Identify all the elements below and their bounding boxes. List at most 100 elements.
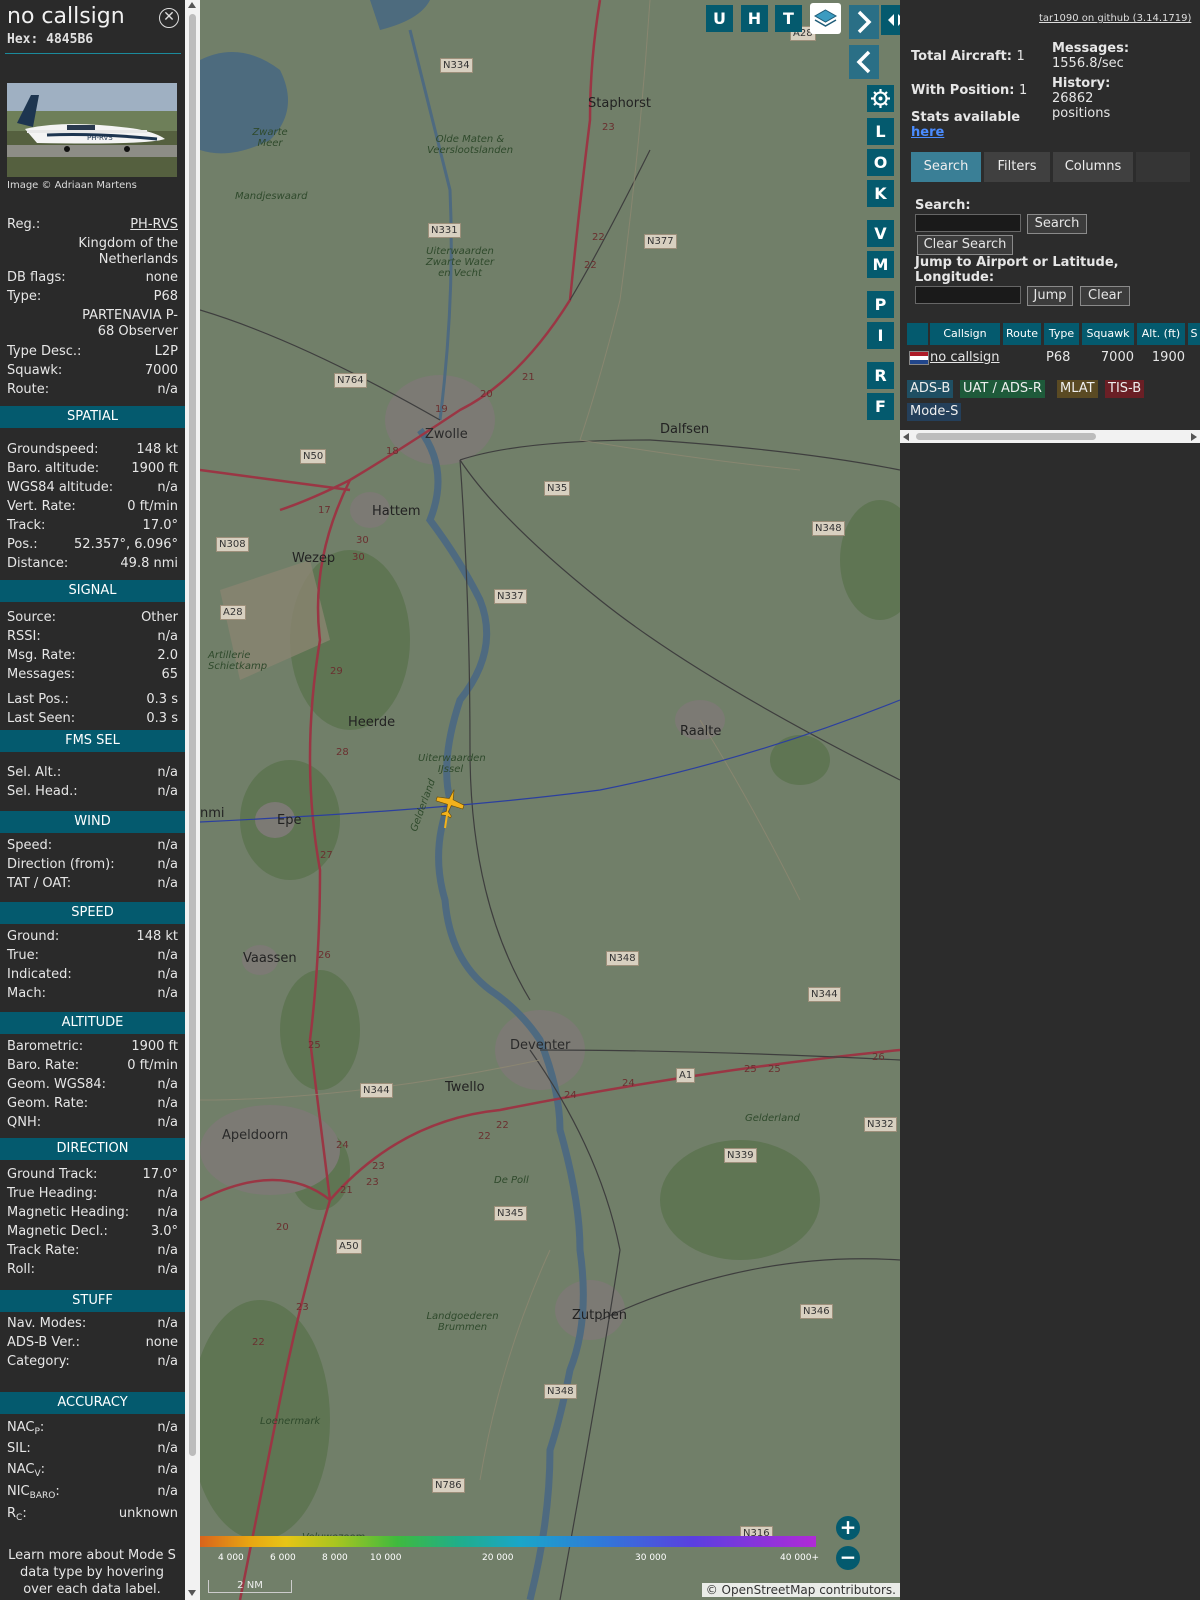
column-route[interactable]: Route	[1003, 323, 1041, 345]
jump-button[interactable]: Jump	[1027, 286, 1073, 306]
collapse-panel-button[interactable]	[849, 45, 879, 79]
table-horizontal-scrollbar[interactable]	[900, 430, 1200, 443]
toggle-l-button[interactable]: L	[867, 118, 894, 145]
place-staphorst: Staphorst	[588, 96, 651, 111]
info-value: 17.0°	[142, 1167, 178, 1182]
github-link[interactable]: tar1090 on github (3.14.1719)	[1039, 13, 1191, 24]
search-input[interactable]	[915, 214, 1021, 232]
road-number: 19	[435, 404, 448, 415]
info-label: Magnetic Decl.:	[7, 1224, 108, 1239]
info-value: 1900 ft	[131, 1039, 178, 1054]
info-row: Magnetic Heading: n/a	[7, 1205, 178, 1221]
clear-button[interactable]: Clear	[1080, 286, 1130, 306]
map-view[interactable]: Staphorst Zwolle Dalfsen Hattem Wezep He…	[200, 0, 900, 1600]
road-number: 20	[276, 1222, 289, 1233]
settings-gear-icon[interactable]	[867, 85, 894, 112]
place-de-poll: De Poll	[494, 1175, 529, 1186]
info-value: n/a	[157, 1243, 178, 1258]
toggle-i-button[interactable]: I	[867, 322, 894, 349]
zoom-out-button[interactable]: −	[836, 1546, 860, 1570]
toggle-p-button[interactable]: P	[867, 291, 894, 318]
badge-tisb: TIS-B	[1105, 380, 1145, 398]
expand-panel-button[interactable]	[849, 5, 879, 39]
toggle-k-button[interactable]: K	[867, 180, 894, 207]
column-altitude[interactable]: Alt. (ft)	[1137, 323, 1185, 345]
info-value: 3.0°	[150, 1224, 178, 1239]
search-button[interactable]: Search	[1027, 214, 1087, 234]
info-row: True Heading: n/a	[7, 1186, 178, 1202]
toggle-sidebar-button[interactable]	[881, 5, 900, 35]
detail-label: Type Desc.:	[7, 344, 82, 359]
road-shield: N348	[812, 521, 845, 536]
jump-input[interactable]	[915, 286, 1021, 304]
section-header-altitude: ALTITUDE	[0, 1012, 185, 1034]
with-position-value: 1	[1019, 83, 1028, 98]
tab-extra[interactable]	[1136, 152, 1190, 182]
road-number: 21	[522, 372, 535, 383]
info-row: Ground Track: 17.0°	[7, 1167, 178, 1183]
labels-h-button[interactable]: H	[741, 5, 768, 32]
column-speed[interactable]: S	[1188, 323, 1200, 345]
toggle-m-button[interactable]: M	[867, 251, 894, 278]
tab-search[interactable]: Search	[911, 152, 981, 182]
info-value: n/a	[157, 1205, 178, 1220]
info-row: Sel. Head.: n/a	[7, 784, 178, 800]
road-number: 24	[622, 1078, 635, 1089]
road-number: 21	[340, 1185, 353, 1196]
tab-filters[interactable]: Filters	[984, 152, 1050, 182]
labels-u-button[interactable]: U	[706, 5, 733, 32]
column-flag[interactable]	[907, 323, 928, 345]
netherlands-flag-icon	[909, 351, 929, 365]
info-row: WGS84 altitude: n/a	[7, 480, 178, 496]
stats-link[interactable]: here	[911, 125, 944, 140]
road-number: 17	[318, 505, 331, 516]
zoom-in-button[interactable]: +	[836, 1516, 860, 1540]
map-attribution[interactable]: © OpenStreetMap contributors.	[701, 1583, 900, 1597]
toggle-f-button[interactable]: F	[867, 393, 894, 420]
hex-code: Hex: 4845B6	[7, 32, 94, 47]
aircraft-photo[interactable]: PH-RVS	[7, 83, 177, 177]
row-callsign[interactable]: no callsign	[930, 350, 1000, 366]
toggle-v-button[interactable]: V	[867, 220, 894, 247]
place-hattem: Hattem	[372, 504, 421, 519]
close-icon[interactable]: ✕	[159, 8, 179, 28]
info-value: n/a	[157, 1316, 178, 1331]
info-label: NACP:	[7, 1420, 45, 1437]
detail-value[interactable]: PH-RVS	[130, 217, 178, 233]
tab-columns[interactable]: Columns	[1053, 152, 1133, 182]
info-value: n/a	[157, 1420, 178, 1435]
toggle-o-button[interactable]: O	[867, 149, 894, 176]
labels-t-button[interactable]: T	[775, 5, 802, 32]
column-squawk[interactable]: Squawk	[1082, 323, 1134, 345]
info-row: Magnetic Decl.: 3.0°	[7, 1224, 178, 1240]
image-credit: Image © Adriaan Martens	[7, 180, 137, 191]
info-label: Vert. Rate:	[7, 499, 76, 514]
info-label: Indicated:	[7, 967, 72, 982]
info-row: Baro. Rate: 0 ft/min	[7, 1058, 178, 1074]
messages-value: 1556.8/sec	[1052, 56, 1124, 71]
aircraft-info-panel: no callsign Hex: 4845B6 ✕ PH-RVS Image ©…	[0, 0, 185, 1600]
clear-search-button[interactable]: Clear Search	[917, 235, 1013, 255]
info-label: Last Pos.:	[7, 692, 69, 707]
row-type: P68	[1046, 350, 1071, 365]
info-panel-scrollbar[interactable]	[185, 0, 200, 1600]
altitude-scale-label: 6 000	[270, 1553, 296, 1563]
road-shield: N344	[360, 1083, 393, 1098]
info-row: Mach: n/a	[7, 986, 178, 1002]
road-shield: N339	[724, 1148, 757, 1163]
detail-row: Reg.: PH-RVS	[7, 217, 178, 233]
total-aircraft: Total Aircraft: 1	[911, 49, 1025, 64]
detail-label: DB flags:	[7, 270, 66, 285]
info-value: n/a	[157, 1441, 178, 1456]
info-row: Indicated: n/a	[7, 967, 178, 983]
info-value: 148 kt	[136, 929, 178, 944]
road-shield: N348	[606, 951, 639, 966]
info-value: n/a	[157, 1096, 178, 1111]
column-type[interactable]: Type	[1044, 323, 1079, 345]
road-shield: N344	[808, 987, 841, 1002]
place-mandjeswaard: Mandjeswaard	[235, 191, 308, 202]
info-value: 0.3 s	[146, 692, 178, 707]
column-callsign[interactable]: Callsign	[930, 323, 1000, 345]
toggle-r-button[interactable]: R	[867, 362, 894, 389]
layers-icon[interactable]	[810, 3, 841, 34]
